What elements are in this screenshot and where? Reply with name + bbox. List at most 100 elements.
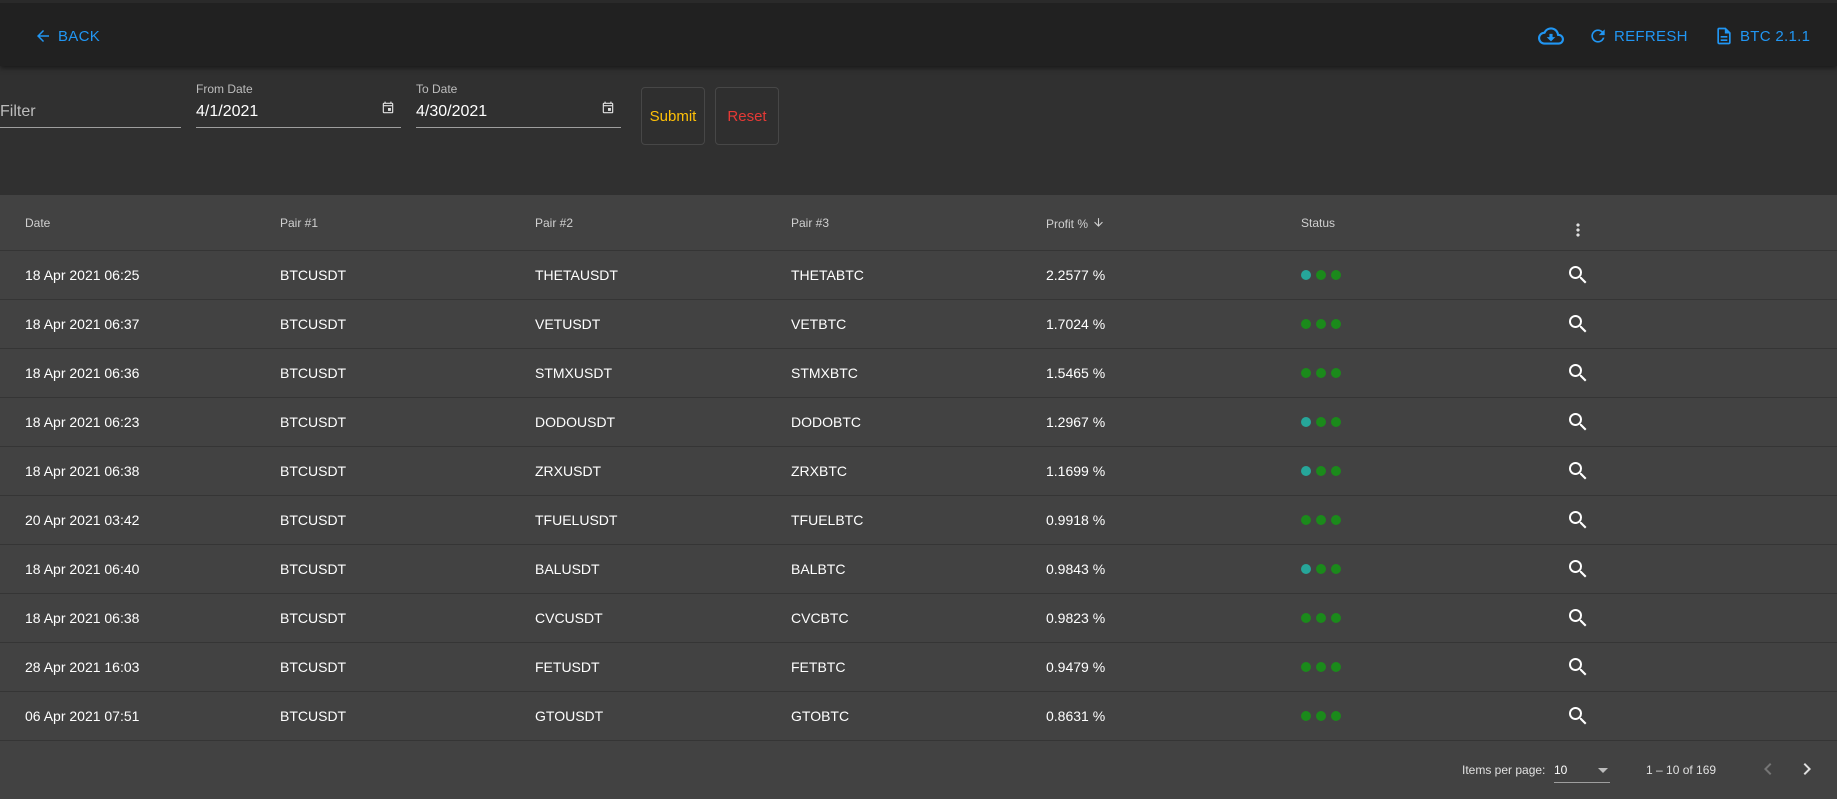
cell-pair3: ZRXBTC <box>791 463 847 479</box>
status-dot <box>1316 270 1326 280</box>
view-details-button[interactable] <box>1566 655 1590 679</box>
cloud-download-button[interactable] <box>1538 3 1564 69</box>
refresh-button[interactable]: REFRESH <box>1588 3 1688 69</box>
cell-pair2: STMXUSDT <box>535 365 612 381</box>
status-dot <box>1316 417 1326 427</box>
cell-profit: 1.5465 % <box>1046 365 1106 381</box>
search-icon <box>1566 609 1590 633</box>
view-details-button[interactable] <box>1566 361 1590 385</box>
more-options-button[interactable] <box>1566 219 1590 243</box>
status-dot <box>1331 515 1341 525</box>
arrow-down-icon <box>1092 216 1105 232</box>
status-dot <box>1331 368 1341 378</box>
chevron-left-icon <box>1756 763 1780 784</box>
search-icon <box>1566 364 1590 388</box>
submit-button[interactable]: Submit <box>641 87 705 145</box>
column-header-date[interactable]: Date <box>25 216 50 230</box>
cell-pair2: VETUSDT <box>535 316 601 332</box>
cell-pair1: BTCUSDT <box>280 659 347 675</box>
status-dot <box>1301 319 1311 329</box>
status-dot <box>1301 417 1311 427</box>
cell-profit: 0.9843 % <box>1046 561 1106 577</box>
cell-date: 18 Apr 2021 06:38 <box>25 463 140 479</box>
view-details-button[interactable] <box>1566 557 1590 581</box>
to-date-input[interactable] <box>416 100 621 128</box>
chevron-right-icon <box>1795 763 1819 784</box>
status-dot <box>1316 711 1326 721</box>
status-dot <box>1331 564 1341 574</box>
view-details-button[interactable] <box>1566 606 1590 630</box>
column-header-pair1[interactable]: Pair #1 <box>280 216 318 230</box>
table-row: 18 Apr 2021 06:23 BTCUSDT DODOUSDT DODOBTC 1… <box>0 398 1837 447</box>
status-dot <box>1316 564 1326 574</box>
search-icon <box>1566 266 1590 290</box>
status-dot <box>1331 319 1341 329</box>
cell-pair2: TFUELUSDT <box>535 512 618 528</box>
status-dot <box>1301 515 1311 525</box>
view-details-button[interactable] <box>1566 263 1590 287</box>
cell-status <box>1301 251 1341 299</box>
cell-pair1: BTCUSDT <box>280 463 347 479</box>
view-details-button[interactable] <box>1566 459 1590 483</box>
status-dot <box>1301 711 1311 721</box>
status-dot <box>1316 515 1326 525</box>
reset-button[interactable]: Reset <box>715 87 779 145</box>
cell-pair3: THETABTC <box>791 267 864 283</box>
table-header: Date Pair #1 Pair #2 Pair #3 Profit % St… <box>0 195 1837 251</box>
status-dot <box>1331 417 1341 427</box>
arrow-left-icon <box>34 27 52 45</box>
view-details-button[interactable] <box>1566 704 1590 728</box>
column-header-status[interactable]: Status <box>1301 216 1335 230</box>
calendar-icon[interactable] <box>381 101 395 120</box>
page-range-label: 1 – 10 of 169 <box>1646 763 1717 777</box>
table-row: 20 Apr 2021 03:42 BTCUSDT TFUELUSDT TFUELBT… <box>0 496 1837 545</box>
document-icon <box>1714 26 1734 46</box>
version-button[interactable]: BTC 2.1.1 <box>1714 3 1810 69</box>
column-header-profit[interactable]: Profit % <box>1046 216 1105 232</box>
from-date-label: From Date <box>196 82 253 96</box>
cell-pair3: TFUELBTC <box>791 512 864 528</box>
cell-date: 18 Apr 2021 06:38 <box>25 610 140 626</box>
cell-pair1: BTCUSDT <box>280 316 347 332</box>
column-header-pair3[interactable]: Pair #3 <box>791 216 829 230</box>
cell-status <box>1301 349 1341 397</box>
calendar-icon[interactable] <box>601 101 615 120</box>
cell-pair2: THETAUSDT <box>535 267 618 283</box>
to-date-field: To Date <box>416 82 621 128</box>
view-details-button[interactable] <box>1566 410 1590 434</box>
cell-status <box>1301 300 1341 348</box>
view-details-button[interactable] <box>1566 508 1590 532</box>
next-page-button[interactable] <box>1794 757 1820 783</box>
paginator: Items per page: 10 1 – 10 of 169 <box>0 741 1837 799</box>
cell-pair2: FETUSDT <box>535 659 600 675</box>
table-row: 18 Apr 2021 06:38 BTCUSDT CVCUSDT CVCBTC 0.9… <box>0 594 1837 643</box>
cell-pair1: BTCUSDT <box>280 610 347 626</box>
table-row: 18 Apr 2021 06:37 BTCUSDT VETUSDT VETBTC 1.7… <box>0 300 1837 349</box>
cell-status <box>1301 594 1341 642</box>
search-icon <box>1566 560 1590 584</box>
from-date-input[interactable] <box>196 100 401 128</box>
back-button[interactable]: BACK <box>34 3 100 69</box>
column-header-pair2[interactable]: Pair #2 <box>535 216 573 230</box>
cell-date: 06 Apr 2021 07:51 <box>25 708 140 724</box>
cell-profit: 0.9823 % <box>1046 610 1106 626</box>
cell-status <box>1301 398 1341 446</box>
cell-date: 18 Apr 2021 06:23 <box>25 414 140 430</box>
table-row: 18 Apr 2021 06:36 BTCUSDT STMXUSDT STMXBTC 1… <box>0 349 1837 398</box>
search-icon <box>1566 707 1590 731</box>
view-details-button[interactable] <box>1566 312 1590 336</box>
items-per-page-select[interactable]: 10 <box>1554 755 1610 783</box>
status-dot <box>1331 270 1341 280</box>
filter-input[interactable] <box>0 100 181 128</box>
status-dot <box>1316 368 1326 378</box>
table-row: 28 Apr 2021 16:03 BTCUSDT FETUSDT FETBTC 0.9… <box>0 643 1837 692</box>
cell-profit: 1.1699 % <box>1046 463 1106 479</box>
column-header-profit-label: Profit % <box>1046 217 1089 231</box>
cell-pair3: GTOBTC <box>791 708 850 724</box>
cell-profit: 1.2967 % <box>1046 414 1106 430</box>
cell-pair1: BTCUSDT <box>280 708 347 724</box>
from-date-field: From Date <box>196 82 401 128</box>
cell-pair1: BTCUSDT <box>280 414 347 430</box>
previous-page-button[interactable] <box>1755 757 1781 783</box>
cell-status <box>1301 447 1341 495</box>
